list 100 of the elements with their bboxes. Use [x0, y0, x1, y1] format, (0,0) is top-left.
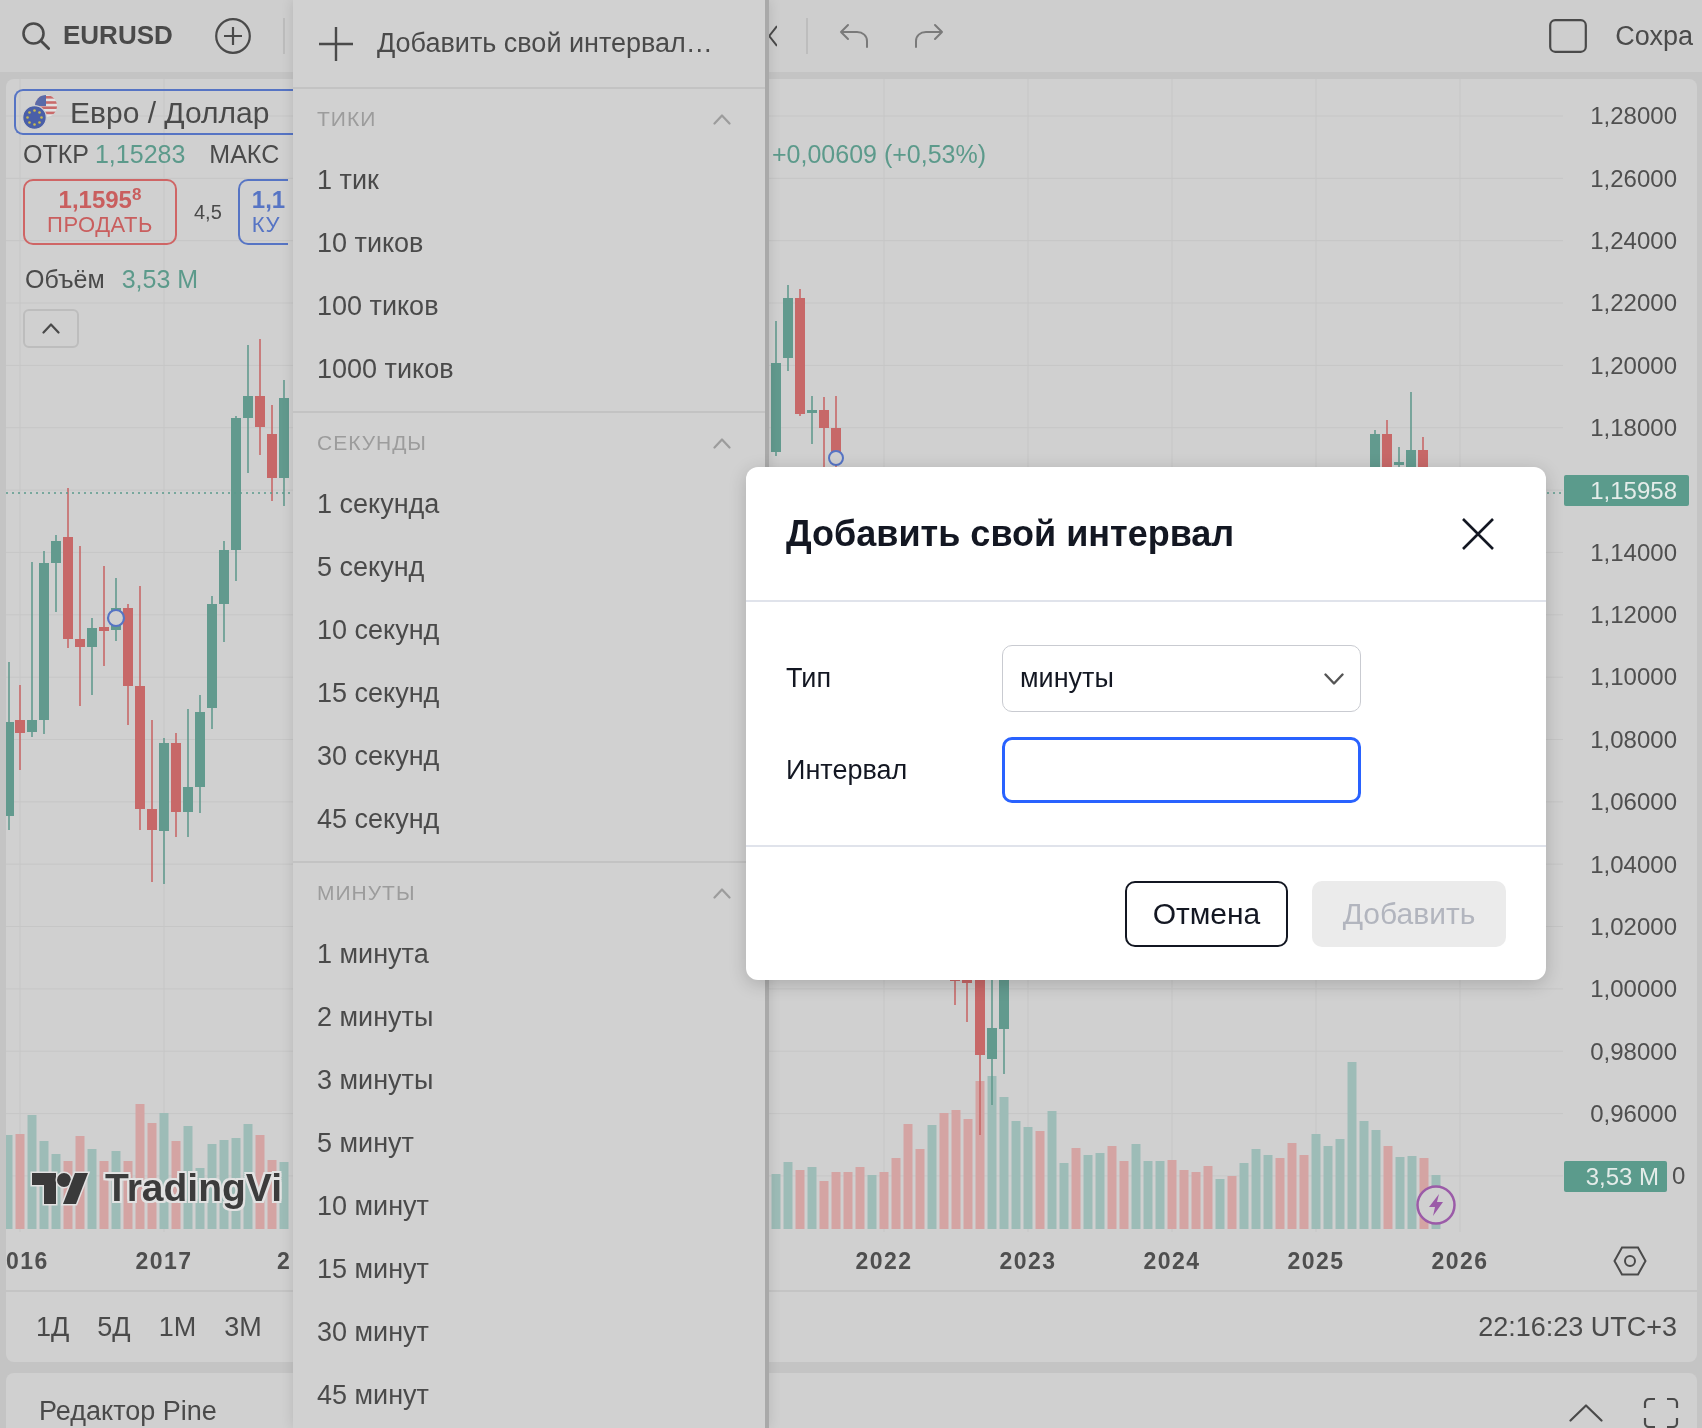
price-label: 1,28000 — [1590, 102, 1677, 130]
square-icon[interactable] — [1549, 19, 1588, 53]
time-label: 2024 — [1143, 1247, 1201, 1276]
volume-bar — [1179, 1170, 1189, 1229]
volume-bar — [279, 1162, 289, 1229]
volume-bar — [867, 1175, 877, 1229]
volume-bar — [855, 1167, 865, 1229]
close-icon[interactable] — [1461, 516, 1495, 551]
ohlc-value: 1,15283 — [94, 139, 186, 169]
field-label: Интервал — [786, 753, 909, 787]
menu-item[interactable]: 2 минуты — [293, 986, 765, 1049]
time-label: 2025 — [1287, 1247, 1345, 1276]
menu-item[interactable]: 1 тик — [293, 149, 765, 212]
volume-bar — [843, 1172, 853, 1229]
lightning-icon[interactable] — [1416, 1185, 1456, 1225]
menu-item[interactable]: 1000 тиков — [293, 338, 765, 401]
time-label: 2026 — [1431, 1247, 1489, 1276]
price-label: 1,00000 — [1590, 975, 1677, 1003]
volume-bar — [783, 1162, 793, 1229]
price-label: 1,24000 — [1590, 227, 1677, 255]
volume-bar — [1215, 1179, 1225, 1229]
logo-icon[interactable] — [29, 1169, 91, 1208]
circle-marker-icon — [828, 450, 844, 466]
time-label: 2022 — [855, 1247, 913, 1276]
time-label: 2023 — [999, 1247, 1057, 1276]
type-select[interactable]: минуты — [1002, 645, 1361, 712]
price-label: 0 — [1672, 1162, 1686, 1190]
currency-flags-icon — [22, 94, 58, 130]
volume-bar — [1239, 1163, 1249, 1229]
price-label: 1,12000 — [1590, 601, 1677, 629]
price-label: 1,08000 — [1590, 725, 1677, 754]
range-button[interactable]: 1М — [152, 1310, 203, 1344]
menu-item[interactable]: 15 минут — [293, 1238, 765, 1301]
price-label: 1,10000 — [1590, 663, 1677, 692]
volume-bar — [879, 1172, 889, 1229]
price-label: 1,04000 — [1590, 850, 1677, 879]
collapse-button[interactable] — [23, 309, 79, 348]
menu-item[interactable]: 30 минут — [293, 1301, 765, 1364]
menu-item[interactable]: 3 минуты — [293, 1049, 765, 1112]
volume-bar — [1395, 1157, 1405, 1229]
volume-tag: 3,53 M — [1564, 1160, 1667, 1192]
plus-icon — [318, 25, 354, 62]
time-label: 016 — [6, 1247, 49, 1276]
price-label: 1,02000 — [1590, 912, 1677, 941]
time-label: 2 — [277, 1247, 292, 1276]
volume-value: 3,53 M — [121, 264, 199, 294]
search-icon[interactable] — [22, 22, 50, 50]
save-button[interactable]: Сохра — [1615, 19, 1693, 53]
volume-bar — [771, 1174, 781, 1229]
volume-bar — [891, 1158, 901, 1229]
current-price-tag: 1,15958 — [1564, 474, 1689, 506]
symbol-pill[interactable]: Евро / Доллар — [14, 89, 293, 135]
price-label: 1,06000 — [1590, 788, 1677, 816]
range-button[interactable]: 5Д — [91, 1310, 137, 1344]
range-button[interactable]: 3М — [218, 1310, 268, 1344]
logo-text[interactable]: TradingVi — [105, 1167, 282, 1210]
volume-bar — [1227, 1176, 1237, 1229]
candlestick — [1370, 429, 1380, 468]
chevron-up-icon — [42, 323, 60, 334]
price-label: 1,20000 — [1590, 351, 1677, 380]
menu-item[interactable]: 10 тиков — [293, 212, 765, 275]
symbol-search-button[interactable]: EURUSD — [63, 20, 173, 52]
volume-bar — [1203, 1166, 1213, 1229]
volume-bar — [1155, 1161, 1165, 1229]
redo-icon[interactable] — [913, 23, 944, 49]
time-label: 2017 — [135, 1247, 193, 1276]
volume-bar — [807, 1167, 817, 1229]
undo-icon[interactable] — [838, 23, 869, 49]
ohlc-label: МАКС — [209, 139, 280, 169]
add-interval-button[interactable]: Добавить свой интервал… — [293, 0, 765, 89]
plus-icon[interactable] — [214, 18, 251, 54]
cancel-button[interactable]: Отмена — [1125, 881, 1288, 947]
price-change: +0,00609 (+0,53%) — [772, 139, 987, 169]
spread-value: 4,5 — [194, 200, 222, 224]
ohlc-label: ОТКР — [23, 139, 89, 169]
range-button[interactable]: 1Д — [30, 1310, 76, 1344]
menu-item[interactable]: 10 минут — [293, 1175, 765, 1238]
volume-bar — [1119, 1161, 1129, 1229]
candlestick — [819, 396, 829, 468]
menu-item[interactable]: 45 минут — [293, 1364, 765, 1427]
volume-label: Объём — [25, 264, 105, 294]
dialog-title: Добавить свой интервал — [786, 512, 1235, 555]
price-label: 1,22000 — [1590, 289, 1677, 317]
volume-bar — [1275, 1158, 1285, 1229]
field-label: Тип — [786, 662, 832, 695]
menu-item[interactable]: 5 минут — [293, 1112, 765, 1175]
interval-field[interactable] — [1002, 737, 1361, 803]
settings-icon[interactable] — [1613, 1246, 1647, 1276]
price-label: 0,96000 — [1590, 1099, 1677, 1128]
volume-bar — [819, 1181, 829, 1229]
menu-item[interactable]: 100 тиков — [293, 275, 765, 338]
panel-tab[interactable]: Редактор Pine — [39, 1395, 217, 1428]
chevron-down-icon — [1324, 672, 1344, 685]
volume-bar — [1167, 1160, 1177, 1229]
candlestick — [1394, 446, 1404, 468]
maximize-icon[interactable] — [1643, 1397, 1679, 1428]
chevron-up-icon[interactable] — [1569, 1404, 1603, 1422]
candlestick — [1382, 419, 1392, 468]
clock-text: 22:16:23 UTC+3 — [1478, 1310, 1677, 1344]
volume-bar — [795, 1170, 805, 1229]
